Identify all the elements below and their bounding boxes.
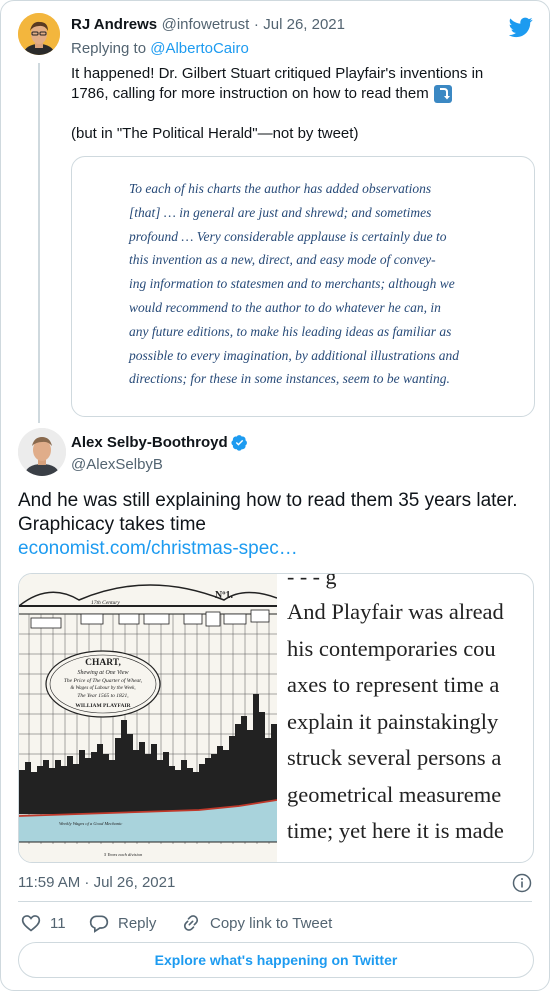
author-handle[interactable]: @infowetrust <box>162 16 250 33</box>
author-handle[interactable]: @AlexSelbyB <box>71 456 163 473</box>
tweet2-line2: Graphicacy takes time <box>18 514 206 535</box>
quote-line: would recommend to the author to do what… <box>129 299 441 315</box>
explore-label: Explore what's happening on Twitter <box>154 952 398 968</box>
attached-image-quote[interactable]: To each of his charts the author has add… <box>71 156 535 417</box>
tweet2-text: And he was still explaining how to read … <box>18 489 538 561</box>
link-icon <box>183 915 199 931</box>
avatar-rj-andrews[interactable] <box>18 13 60 55</box>
chart-number-label: Nº1. <box>215 590 234 601</box>
explore-twitter-button[interactable]: Explore what's happening on Twitter <box>18 942 534 978</box>
quote-line: this invention as a new, direct, and eas… <box>129 252 436 268</box>
reply-button[interactable]: Reply <box>89 913 156 933</box>
quote-line: To each of his charts the author has add… <box>129 181 432 196</box>
excerpt-line: And Playfair was alread <box>287 599 504 624</box>
replying-to-handle[interactable]: @AlbertoCairo <box>150 40 249 57</box>
attached-image-playfair-chart[interactable]: Nº1. 17th Century CHART, Shewing at One … <box>18 573 534 863</box>
verified-badge-icon <box>231 434 248 451</box>
reply-label: Reply <box>118 914 157 932</box>
tweet1-line1: It happened! Dr. Gilbert Stuart critique… <box>71 65 484 82</box>
quote-line: any future editions, to make his leading… <box>129 323 452 339</box>
quote-text: To each of his charts the author has add… <box>129 177 474 391</box>
copy-link-label: Copy link to Tweet <box>210 914 333 932</box>
tweet2-link[interactable]: economist.com/christmas-spec… <box>18 537 538 561</box>
quote-line: possible to every imagination, by additi… <box>129 347 459 363</box>
century-label: 17th Century <box>91 600 120 606</box>
wages-line-label: Weekly Wages of a Good Mechanic <box>59 821 122 826</box>
author-name[interactable]: Alex Selby-Boothroyd <box>71 434 228 451</box>
excerpt-line: time; yet here it is made <box>287 818 504 843</box>
replying-prefix: Replying to <box>71 40 151 57</box>
cartouche-line: The Year 1565 to 1821, <box>77 693 129 699</box>
tweet1-text: It happened! Dr. Gilbert Stuart critique… <box>71 64 536 144</box>
cartouche-line: The Price of The Quarter of Wheat, <box>64 677 143 684</box>
quote-line: ing information to statesmen and to merc… <box>129 276 455 292</box>
excerpt-top-fragment: - - - g <box>287 573 337 589</box>
cartouche-author: WILLIAM PLAYFAIR <box>75 703 131 709</box>
like-button[interactable]: 11 <box>21 913 66 933</box>
copy-link-button[interactable]: Copy link to Tweet <box>181 913 332 933</box>
playfair-chart-image: Nº1. 17th Century CHART, Shewing at One … <box>19 574 277 862</box>
cartouche-line: Shewing at One View <box>77 670 128 676</box>
excerpt-line: his contemporaries cou <box>287 635 496 661</box>
twitter-bird-icon[interactable] <box>508 15 533 39</box>
tweet-embed-card: RJ Andrews @infowetrust · Jul 26, 2021 R… <box>0 0 550 991</box>
separator-dot: · <box>253 16 259 33</box>
excerpt-line: struck several persons a <box>287 745 502 770</box>
info-icon[interactable] <box>512 873 532 893</box>
quote-line: directions; for these in some instances,… <box>129 371 450 387</box>
heart-icon <box>21 915 41 932</box>
cartouche-line: & Wages of Labour by the Week, <box>70 686 135 691</box>
divider <box>18 901 532 902</box>
article-excerpt: And Playfair was alread his contemporari… <box>287 594 533 850</box>
excerpt-line: explain it painstakingly <box>287 708 499 734</box>
like-count: 11 <box>50 914 66 932</box>
quote-line: [that] … in general are just and shrewd;… <box>129 204 432 220</box>
thread-connector-line <box>38 63 40 423</box>
tweet-date[interactable]: Jul 26, 2021 <box>263 16 345 33</box>
avatar-alex-selby-boothroyd[interactable] <box>18 428 66 476</box>
quote-line: profound … Very considerable applause is… <box>129 228 447 244</box>
arrow-curve-down-emoji-icon <box>433 85 452 103</box>
tweet1-header: RJ Andrews @infowetrust · Jul 26, 2021 <box>71 16 345 34</box>
axis-footer-label: 5 Years each division <box>104 852 143 857</box>
tweet2-line1: And he was still explaining how to read … <box>18 490 518 511</box>
excerpt-line: geometrical measureme <box>287 781 502 807</box>
excerpt-line: axes to represent time a <box>287 672 500 697</box>
reply-bubble-icon <box>89 915 109 933</box>
cartouche-title: CHART, <box>85 658 121 668</box>
tweet-timestamp[interactable]: 11:59 AM · Jul 26, 2021 <box>18 874 175 891</box>
author-name[interactable]: RJ Andrews <box>71 16 157 33</box>
tweet1-line2: 1786, calling for more instruction on ho… <box>71 85 429 102</box>
replying-to: Replying to @AlbertoCairo <box>71 40 249 57</box>
tweet1-line3: (but in "The Political Herald"—not by tw… <box>71 125 359 142</box>
tweet2-author[interactable]: Alex Selby-Boothroyd <box>71 434 248 451</box>
